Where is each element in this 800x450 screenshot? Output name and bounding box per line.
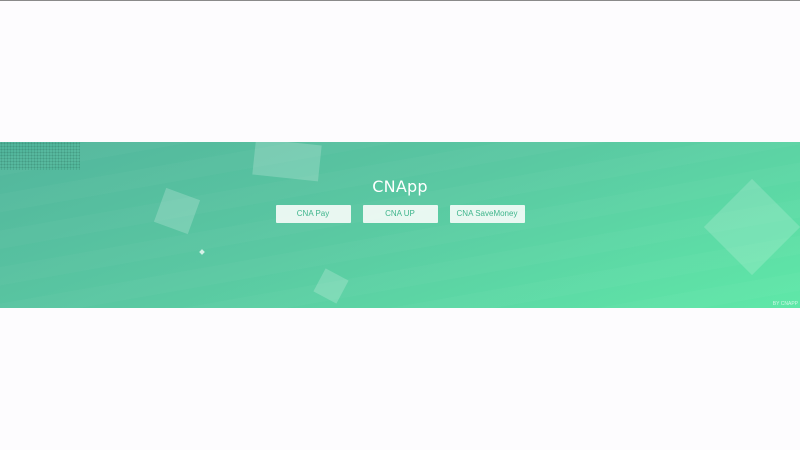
banner-sheen xyxy=(0,142,800,308)
cna-pay-button[interactable]: CNA Pay xyxy=(275,205,351,223)
dot-pattern xyxy=(0,142,80,170)
button-row: CNA Pay CNA UP CNA SaveMoney xyxy=(0,205,800,223)
cna-savemoney-button[interactable]: CNA SaveMoney xyxy=(449,205,525,223)
app-title: CNApp xyxy=(372,177,428,196)
hero-banner: CNApp CNA Pay CNA UP CNA SaveMoney BY CN… xyxy=(0,142,800,308)
credit-text: BY CNAPP xyxy=(772,301,798,307)
top-divider xyxy=(0,0,800,1)
decorative-square-1 xyxy=(252,142,322,182)
cna-up-button[interactable]: CNA UP xyxy=(362,205,438,223)
